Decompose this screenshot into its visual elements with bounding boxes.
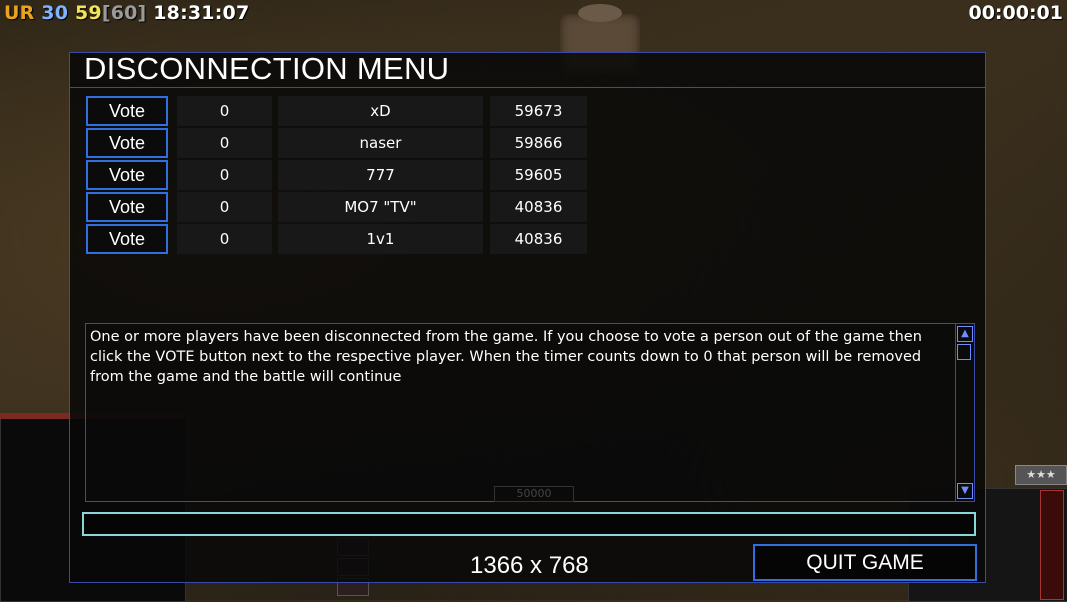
- player-name: MO7 "TV": [278, 192, 483, 222]
- resolution-label: 1366 x 768: [470, 552, 589, 579]
- player-name: 1v1: [278, 224, 483, 254]
- vote-count: 0: [177, 192, 272, 222]
- scroll-down-icon[interactable]: ▼: [957, 483, 973, 499]
- vote-count: 0: [177, 96, 272, 126]
- rank-stars: ★★★: [1015, 465, 1067, 485]
- vote-count: 0: [177, 160, 272, 190]
- vote-button[interactable]: Vote: [86, 160, 168, 190]
- vote-button[interactable]: Vote: [86, 224, 168, 254]
- dialog-title: DISCONNECTION MENU: [84, 51, 450, 86]
- scroll-thumb[interactable]: [957, 344, 971, 360]
- faction-label: UR: [4, 2, 35, 24]
- hud-clock: 18:31:07: [153, 2, 250, 24]
- chat-input[interactable]: [82, 512, 976, 536]
- vote-count: 0: [177, 128, 272, 158]
- player-name: 777: [278, 160, 483, 190]
- disconnection-dialog: DISCONNECTION MENU Vote 0 xD 59673 Vote …: [69, 51, 986, 583]
- vote-button[interactable]: Vote: [86, 192, 168, 222]
- game-timer: 00:00:01: [968, 2, 1063, 24]
- player-id: 59866: [490, 128, 587, 158]
- player-id: 40836: [490, 224, 587, 254]
- hud-stats: UR 30 59[60] 18:31:07: [4, 2, 249, 24]
- player-id: 40836: [490, 192, 587, 222]
- scroll-up-icon[interactable]: ▲: [957, 326, 973, 342]
- player-id: 59605: [490, 160, 587, 190]
- quit-game-button[interactable]: QUIT GAME: [753, 544, 977, 581]
- title-bar: DISCONNECTION MENU: [70, 51, 985, 88]
- message-box[interactable]: One or more players have been disconnect…: [85, 323, 975, 502]
- message-scrollbar[interactable]: ▲ ▼: [955, 324, 974, 501]
- hud-value-b: 59: [74, 2, 102, 24]
- rank-bar: [1040, 490, 1064, 600]
- vote-count: 0: [177, 224, 272, 254]
- player-name: xD: [278, 96, 483, 126]
- vote-button[interactable]: Vote: [86, 96, 168, 126]
- hud-value-a: 30: [41, 2, 69, 24]
- vote-button[interactable]: Vote: [86, 128, 168, 158]
- hud-cap: [60]: [101, 2, 147, 24]
- player-id: 59673: [490, 96, 587, 126]
- money-readout: 50000: [494, 486, 574, 502]
- player-name: naser: [278, 128, 483, 158]
- disconnect-message: One or more players have been disconnect…: [90, 329, 922, 385]
